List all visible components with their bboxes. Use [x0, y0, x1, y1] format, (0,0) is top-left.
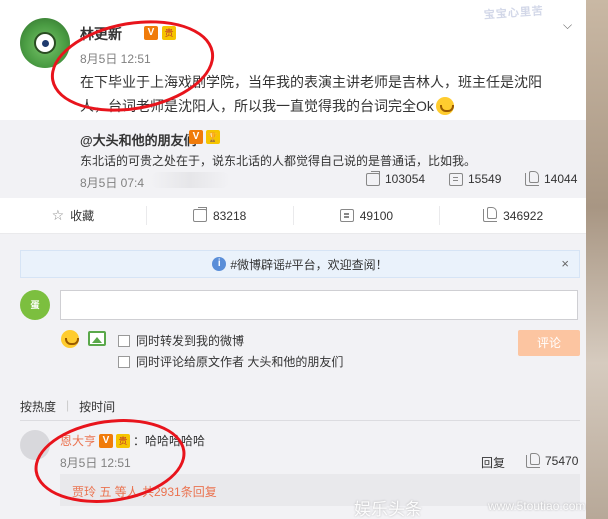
background-photo-edge	[586, 0, 608, 519]
info-icon: i	[212, 257, 227, 271]
commenter-name[interactable]: 恩大亨	[60, 432, 96, 449]
comment-author-checkbox[interactable]	[118, 355, 130, 368]
notice-text[interactable]: #微博辟谣#平台，欢迎查阅！	[230, 256, 387, 273]
post-text: 在下毕业于上海戏剧学院，当年我的表演主讲老师是吉林人，班主任是沈阳人，台词老师是…	[80, 70, 560, 118]
member-badge-icon[interactable]: 贵	[162, 26, 176, 40]
repost-share-stat[interactable]: 103054	[366, 170, 426, 186]
comment-text: ：哈哈哈哈哈	[133, 434, 206, 448]
like-button[interactable]: 346922	[440, 206, 586, 225]
sub-replies-link[interactable]: 贾玲 五 等人 共2931条回复	[72, 483, 217, 500]
reposted-content: @大头和他的朋友们 V 🏆 东北话的可贵之处在于，说东北话的人都觉得自己说的是普…	[0, 120, 586, 198]
comment-button[interactable]: 49100	[294, 206, 441, 225]
repost-checkbox-label: 同时转发到我的微博	[136, 334, 245, 348]
share-icon	[192, 207, 207, 222]
post-actions-bar: ☆ 收藏 83218 49100 346922	[0, 198, 586, 234]
comment-like-count: 75470	[545, 454, 579, 468]
repost-to-my-weibo-option[interactable]: 同时转发到我的微博	[118, 332, 244, 349]
member-badge-icon[interactable]: 贵	[116, 433, 131, 448]
comment-sort-tabs: 按热度 | 按时间	[20, 398, 115, 415]
share-button[interactable]: 83218	[147, 206, 294, 225]
comment-input[interactable]	[60, 290, 578, 320]
close-icon[interactable]: ×	[561, 256, 569, 271]
my-avatar[interactable]: 蛋	[20, 290, 50, 320]
repost-like-stat[interactable]: 14044	[525, 170, 578, 186]
rumor-notice: i #微博辟谣#平台，欢迎查阅！ ×	[20, 250, 580, 278]
thumbs-up-icon	[483, 207, 498, 222]
favorite-button[interactable]: ☆ 收藏	[0, 206, 147, 225]
comment-line: 恩大亨 V 贵 ：哈哈哈哈哈	[60, 432, 205, 449]
verified-badge-icon[interactable]: V	[144, 26, 158, 40]
submit-comment-button[interactable]: 评论	[518, 330, 580, 356]
author-badges: V 贵	[144, 26, 176, 40]
author-avatar[interactable]	[20, 18, 70, 68]
comment-count: 49100	[359, 208, 394, 223]
repost-comment-stat[interactable]: 15549	[449, 172, 501, 186]
post-text-content: 在下毕业于上海戏剧学院，当年我的表演主讲老师是吉林人，班主任是沈阳人，台词老师是…	[80, 74, 542, 114]
share-count: 83218	[212, 208, 247, 223]
commenter-avatar[interactable]	[20, 430, 50, 460]
blurred-source	[150, 172, 230, 188]
verified-badge-icon[interactable]: V	[189, 130, 203, 144]
tab-sort-hot[interactable]: 按热度	[20, 398, 56, 415]
repost-badges: V 🏆	[189, 130, 220, 144]
tab-sort-time[interactable]: 按时间	[79, 398, 115, 415]
emoji-icon[interactable]	[61, 330, 79, 348]
repost-comment-count: 15549	[468, 172, 502, 186]
repost-share-count: 103054	[385, 172, 426, 186]
post-time[interactable]: 8月5日 12:51	[80, 50, 151, 67]
comment-like-button[interactable]: 75470	[526, 452, 579, 468]
repost-checkbox[interactable]	[118, 334, 130, 347]
thumbs-up-icon	[525, 170, 539, 186]
comment-icon	[449, 172, 463, 186]
comment-icon	[339, 209, 354, 222]
sort-divider: |	[66, 398, 70, 412]
weibo-card: 林更新 V 贵 8月5日 12:51 在下毕业于上海戏剧学院，当年我的表演主讲老…	[0, 0, 586, 519]
like-count: 346922	[503, 208, 544, 223]
verified-badge-icon[interactable]: V	[99, 433, 114, 448]
star-icon: ☆	[51, 207, 65, 223]
avatar-eye-icon	[34, 32, 56, 54]
repost-time[interactable]: 8月5日 07:4	[80, 174, 144, 191]
repost-text: 东北话的可贵之处在于，说东北话的人都觉得自己说的是普通话，比如我。	[80, 154, 477, 168]
comment-panel: i #微博辟谣#平台，欢迎查阅！ × 蛋 同时转发到我的微博 同时评论给原文作者…	[0, 234, 586, 519]
trophy-icon[interactable]: 🏆	[206, 130, 220, 144]
comment-time: 8月5日 12:51	[60, 456, 131, 470]
share-icon	[366, 170, 380, 186]
chevron-down-icon[interactable]: ⌵	[563, 18, 575, 32]
comment-author-checkbox-label: 同时评论给原文作者 大头和他的朋友们	[136, 355, 344, 369]
favorite-label: 收藏	[70, 209, 95, 223]
smile-emoji-icon	[435, 97, 454, 115]
divider	[20, 420, 580, 421]
thumbs-up-icon	[526, 452, 540, 468]
watermark-url: www.5toutiao.com	[488, 499, 586, 513]
image-icon[interactable]	[88, 331, 106, 346]
repost-author[interactable]: @大头和他的朋友们	[80, 130, 197, 149]
watermark-text: 娱乐头条	[354, 500, 422, 519]
repost-like-count: 14044	[544, 172, 578, 186]
author-name[interactable]: 林更新	[80, 24, 122, 44]
comment-to-author-option[interactable]: 同时评论给原文作者 大头和他的朋友们	[118, 353, 343, 370]
reply-button[interactable]: 回复	[481, 454, 505, 471]
